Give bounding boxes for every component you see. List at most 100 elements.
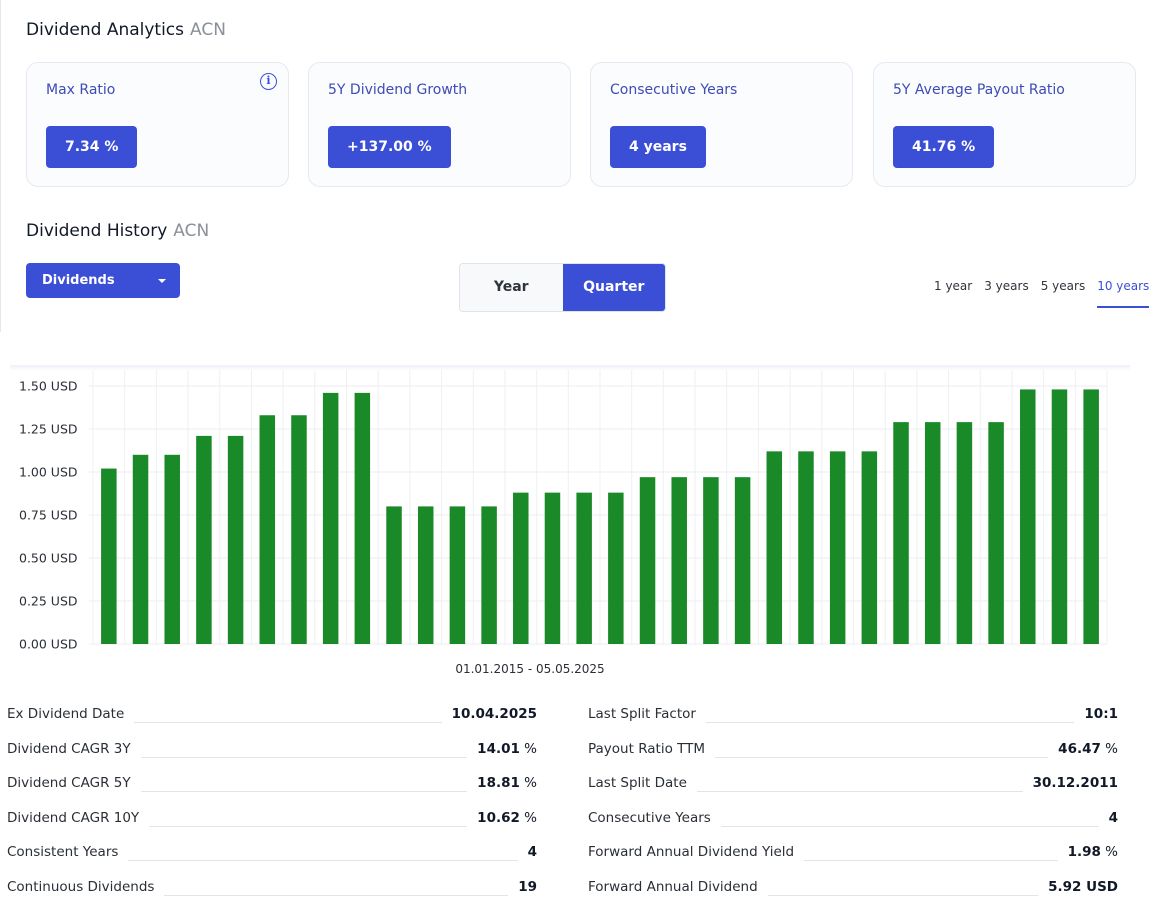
- dividend-bar[interactable]: [576, 492, 592, 644]
- stat-row: Forward Annual Dividend Yield 1.98 %: [588, 844, 1118, 879]
- stat-number: 19: [518, 878, 537, 895]
- history-title-text: Dividend History: [26, 221, 168, 241]
- dividend-bar[interactable]: [259, 415, 276, 644]
- card-consecutive-years: Consecutive Years 4 years: [590, 62, 853, 187]
- metric-dropdown[interactable]: Dividends: [26, 263, 180, 298]
- dividend-bar[interactable]: [893, 422, 909, 644]
- dividend-bar[interactable]: [101, 468, 117, 644]
- chevron-down-icon: [158, 279, 166, 283]
- analytics-title: Dividend Analytics ACN: [26, 20, 226, 40]
- analytics-ticker: ACN: [190, 20, 226, 40]
- range-10-years[interactable]: 10 years: [1097, 279, 1150, 308]
- stat-label: Forward Annual Dividend: [588, 878, 768, 895]
- dividend-bar[interactable]: [417, 506, 434, 644]
- dividend-bar[interactable]: [924, 422, 941, 644]
- dividend-bar[interactable]: [513, 492, 529, 644]
- stat-leader-line: [140, 791, 468, 793]
- stat-leader-line: [149, 825, 468, 827]
- stat-value: 10.62 %: [467, 809, 537, 826]
- dividend-bar[interactable]: [956, 422, 973, 644]
- stat-value: 4: [517, 844, 537, 861]
- stat-value: 10:1: [1074, 706, 1118, 722]
- toggle-quarter[interactable]: Quarter: [562, 264, 665, 311]
- dividend-bar[interactable]: [988, 422, 1004, 644]
- stat-unit: %: [1100, 740, 1118, 757]
- dividend-bar[interactable]: [639, 477, 656, 644]
- info-icon[interactable]: i: [260, 73, 277, 90]
- stat-leader-line: [804, 860, 1058, 862]
- stat-row: Dividend CAGR 10Y 10.62 %: [7, 809, 537, 845]
- stat-leader-line: [767, 894, 1039, 896]
- y-tick-label: 0.00 USD: [19, 637, 78, 652]
- stat-row: Consistent Years 4: [7, 844, 537, 879]
- stat-number: 30.12.2011: [1032, 775, 1118, 792]
- chart-top-shadow: [10, 365, 1130, 371]
- stat-number: 5.92 USD: [1048, 878, 1118, 895]
- dividend-bar[interactable]: [481, 506, 497, 644]
- history-ticker: ACN: [173, 221, 210, 241]
- y-tick-label: 1.00 USD: [19, 465, 78, 480]
- stat-value: 4: [1098, 809, 1118, 826]
- stat-row: Ex Dividend Date 10.04.2025: [7, 706, 537, 741]
- x-axis-date-range: 01.01.2015 - 05.05.2025: [455, 662, 604, 676]
- dividend-bar[interactable]: [386, 506, 402, 644]
- dividend-chart: 0.00 USD 0.25 USD 0.50 USD 0.75 USD 1.00 USD…: [0, 365, 1132, 685]
- dividend-bar[interactable]: [291, 415, 307, 644]
- stat-number: 46.47: [1058, 740, 1101, 757]
- stat-number: 18.81: [477, 775, 520, 792]
- dividend-bar[interactable]: [196, 435, 212, 644]
- dividend-bar[interactable]: [322, 392, 339, 644]
- y-tick-label: 1.50 USD: [19, 379, 78, 394]
- stat-label: Dividend CAGR 3Y: [7, 740, 141, 757]
- dividend-bar[interactable]: [1083, 389, 1099, 644]
- dividend-bar[interactable]: [544, 492, 561, 644]
- stat-row: Payout Ratio TTM 46.47 %: [588, 740, 1118, 776]
- dropdown-value: Dividends: [42, 273, 115, 288]
- dividend-bar[interactable]: [608, 492, 624, 644]
- analytics-title-text: Dividend Analytics: [26, 20, 185, 40]
- stat-number: 4: [1108, 809, 1118, 826]
- stat-label: Last Split Factor: [588, 706, 706, 722]
- dividend-bar[interactable]: [1020, 389, 1036, 644]
- card-label: Max Ratio: [46, 82, 116, 98]
- dividend-bar[interactable]: [164, 454, 180, 644]
- dividend-bar[interactable]: [354, 392, 371, 644]
- card-5y-dividend-growth: 5Y Dividend Growth +137.00 %: [308, 62, 571, 187]
- dividend-bar[interactable]: [861, 451, 878, 644]
- stat-label: Dividend CAGR 5Y: [7, 775, 141, 792]
- stat-number: 1.98: [1067, 844, 1101, 861]
- dividend-bar[interactable]: [703, 477, 719, 644]
- dividend-bar[interactable]: [734, 477, 751, 644]
- y-tick-label: 1.25 USD: [19, 422, 78, 437]
- dividend-bar[interactable]: [798, 451, 814, 644]
- card-value: 7.34 %: [46, 126, 138, 168]
- card-value: 4 years: [610, 126, 706, 168]
- dividend-analytics-panel: Dividend Analytics ACN Max Ratio i 7.34 %…: [0, 0, 1154, 332]
- stats-left: Ex Dividend Date 10.04.2025 Dividend CAGR …: [7, 706, 537, 914]
- range-3-years[interactable]: 3 years: [984, 279, 1028, 308]
- stat-unit: %: [519, 775, 537, 792]
- dividend-bar[interactable]: [1051, 389, 1068, 644]
- stat-leader-line: [164, 894, 509, 896]
- stat-leader-line: [705, 722, 1075, 723]
- stat-label: Ex Dividend Date: [7, 706, 135, 722]
- y-tick-label: 0.50 USD: [19, 551, 78, 566]
- dividend-bar[interactable]: [829, 451, 846, 644]
- dividend-bar[interactable]: [766, 451, 783, 644]
- bar-chart: 0.00 USD 0.25 USD 0.50 USD 0.75 USD 1.00 USD…: [19, 370, 1108, 676]
- stat-row: Dividend CAGR 5Y 18.81 %: [7, 775, 537, 810]
- stat-row: Consecutive Years 4: [588, 809, 1118, 845]
- stat-row: Dividend CAGR 3Y 14.01 %: [7, 740, 537, 776]
- dividend-bar[interactable]: [132, 454, 149, 644]
- range-5-years[interactable]: 5 years: [1041, 279, 1085, 308]
- card-label: 5Y Average Payout Ratio: [893, 82, 1065, 98]
- toggle-year[interactable]: Year: [460, 264, 563, 311]
- dividend-bar[interactable]: [227, 435, 244, 644]
- panel-border: [0, 0, 6, 332]
- stat-row: Last Split Date 30.12.2011: [588, 775, 1118, 810]
- history-title: Dividend History ACN: [26, 221, 209, 241]
- dividend-bar[interactable]: [671, 477, 687, 644]
- dividend-bar[interactable]: [449, 506, 466, 644]
- stat-value: 5.92 USD: [1038, 878, 1118, 895]
- range-1-year[interactable]: 1 year: [934, 279, 972, 308]
